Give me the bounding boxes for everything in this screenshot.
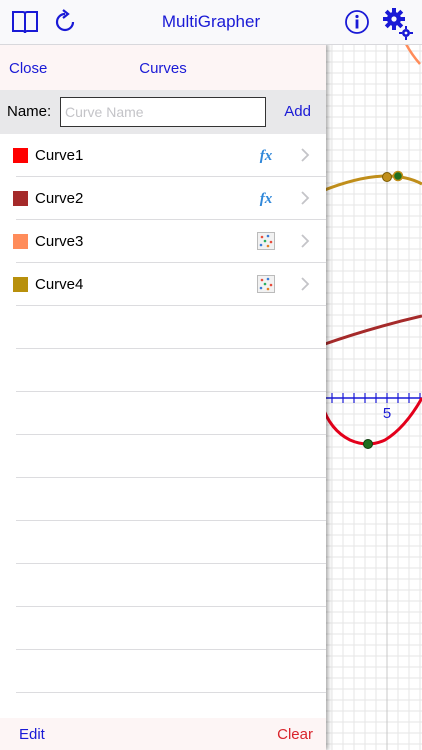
- function-fx-icon: fx: [260, 148, 273, 164]
- chevron-right-icon: [301, 148, 310, 162]
- function-fx-icon: fx: [260, 191, 273, 207]
- settings-gears-icon[interactable]: [382, 7, 414, 41]
- curve4-point-green[interactable]: [392, 170, 404, 182]
- color-swatch: [13, 234, 28, 249]
- chevron-right-icon: [301, 191, 310, 205]
- panel-header: Close Curves: [0, 44, 326, 90]
- clear-button[interactable]: Clear: [277, 726, 313, 743]
- info-icon[interactable]: [342, 7, 372, 37]
- color-swatch: [13, 148, 28, 163]
- chevron-right-icon: [301, 277, 310, 291]
- scatter-points-icon: [257, 275, 275, 293]
- empty-row: [16, 564, 326, 607]
- graph-grid: [322, 44, 422, 750]
- x-axis: 5: [322, 393, 422, 422]
- curve4-point[interactable]: [382, 172, 392, 182]
- curve-list: Curve1 fx Curve2 fx Curve3 Curve4: [0, 134, 326, 736]
- panel-footer: Edit Clear: [0, 718, 326, 750]
- svg-text:fx: fx: [260, 191, 273, 207]
- svg-text:fx: fx: [260, 148, 273, 164]
- empty-row: [16, 607, 326, 650]
- curve1-plot: [320, 397, 422, 446]
- empty-row: [16, 650, 326, 693]
- curve-row-curve2[interactable]: Curve2 fx: [13, 177, 326, 220]
- curve-row-curve1[interactable]: Curve1 fx: [13, 134, 326, 177]
- panel-title: Curves: [139, 60, 187, 77]
- scatter-points-icon: [257, 232, 275, 250]
- x-tick-label: 5: [383, 405, 391, 422]
- curve1-point[interactable]: [363, 439, 373, 449]
- color-swatch: [13, 277, 28, 292]
- empty-row: [16, 478, 326, 521]
- empty-row: [16, 349, 326, 392]
- curve-label: Curve2: [35, 190, 84, 207]
- curve3-plot: [404, 44, 421, 65]
- curve-label: Curve1: [35, 147, 84, 164]
- curve-row-curve3[interactable]: Curve3: [13, 220, 326, 263]
- curves-panel: Close Curves Name: Add Curve1 fx Curve2 …: [0, 44, 326, 750]
- add-button[interactable]: Add: [284, 103, 311, 120]
- empty-row: [16, 306, 326, 349]
- name-label: Name:: [7, 103, 52, 120]
- empty-row: [16, 435, 326, 478]
- top-navbar: MultiGrapher: [0, 0, 422, 45]
- curve-label: Curve3: [35, 233, 84, 250]
- curve-name-input[interactable]: [60, 97, 266, 127]
- curve2-plot: [321, 314, 422, 347]
- curve-row-curve4[interactable]: Curve4: [13, 263, 326, 306]
- curve-label: Curve4: [35, 276, 84, 293]
- name-row: Name: Add: [0, 90, 326, 134]
- color-swatch: [13, 191, 28, 206]
- chevron-right-icon: [301, 234, 310, 248]
- empty-row: [16, 392, 326, 435]
- empty-row: [16, 521, 326, 564]
- edit-button[interactable]: Edit: [19, 726, 45, 743]
